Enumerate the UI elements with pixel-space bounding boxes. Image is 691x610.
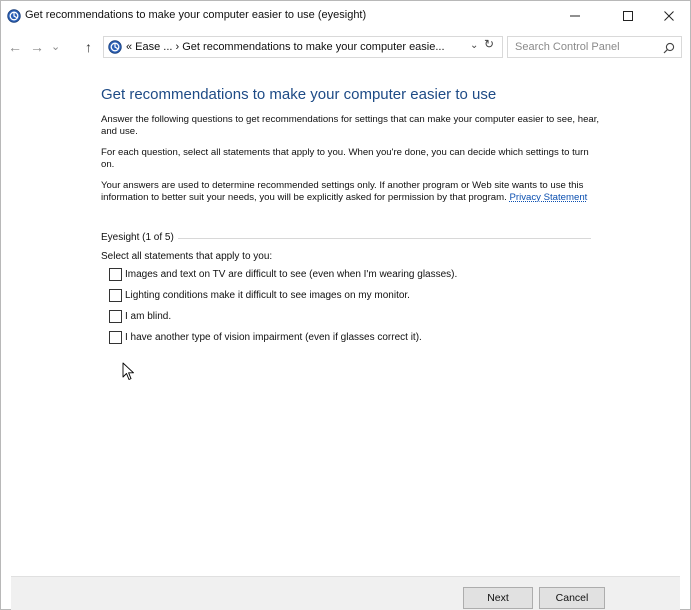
cancel-button[interactable]: Cancel (539, 587, 605, 609)
option-checkbox[interactable]: Images and text on TV are difficult to s… (109, 266, 457, 282)
checkbox[interactable] (109, 288, 122, 302)
checkbox[interactable] (109, 267, 122, 281)
option-label[interactable]: I have another type of vision impairment… (125, 332, 422, 343)
option-checkbox[interactable]: I am blind. (109, 308, 171, 324)
breadcrumb-path[interactable]: « Ease ... › Get recommendations to make… (126, 41, 445, 53)
group-label: Eyesight (1 of 5) (101, 232, 174, 243)
chevron-down-icon[interactable]: ⌄ (470, 40, 478, 51)
address-bar: ← → ⌄ ↑ « Ease ... › Get recommendations… (1, 34, 690, 60)
up-button[interactable]: ↑ (85, 39, 92, 55)
privacy-statement-link[interactable]: Privacy Statement (509, 192, 587, 203)
maximize-button[interactable] (605, 1, 651, 31)
forward-button[interactable]: → (30, 39, 44, 55)
refresh-button[interactable]: ↻ (484, 37, 494, 51)
privacy-paragraph: Your answers are used to determine recom… (101, 180, 601, 204)
instructions-text: For each question, select all statements… (101, 147, 589, 170)
search-placeholder: Search Control Panel (515, 41, 620, 53)
recent-locations-button[interactable]: ⌄ (51, 40, 60, 53)
title-bar: Get recommendations to make your compute… (1, 1, 690, 31)
mouse-cursor-icon (122, 362, 136, 382)
option-label[interactable]: I am blind. (125, 311, 171, 322)
minimize-button[interactable] (552, 1, 598, 31)
option-label[interactable]: Lighting conditions make it difficult to… (125, 290, 410, 301)
option-label[interactable]: Images and text on TV are difficult to s… (125, 269, 457, 280)
group-divider (178, 238, 591, 239)
option-checkbox[interactable]: I have another type of vision impairment… (109, 329, 422, 345)
close-button[interactable] (646, 1, 691, 31)
window-title: Get recommendations to make your compute… (25, 9, 367, 21)
option-checkbox[interactable]: Lighting conditions make it difficult to… (109, 287, 410, 303)
back-button[interactable]: ← (8, 39, 22, 55)
search-input[interactable]: Search Control Panel (507, 36, 682, 58)
control-panel-icon (108, 40, 122, 54)
footer-bar: Next Cancel (11, 576, 680, 610)
next-button[interactable]: Next (463, 587, 533, 609)
search-icon[interactable] (663, 41, 675, 54)
intro-text: Answer the following questions to get re… (101, 114, 600, 137)
breadcrumb[interactable]: « Ease ... › Get recommendations to make… (103, 36, 503, 58)
checkbox[interactable] (109, 309, 122, 323)
ease-of-access-icon (7, 9, 21, 23)
select-prompt: Select all statements that apply to you: (101, 251, 273, 262)
checkbox[interactable] (109, 330, 122, 344)
control-panel-window: Get recommendations to make your compute… (0, 0, 691, 610)
page-title: Get recommendations to make your compute… (101, 86, 497, 103)
